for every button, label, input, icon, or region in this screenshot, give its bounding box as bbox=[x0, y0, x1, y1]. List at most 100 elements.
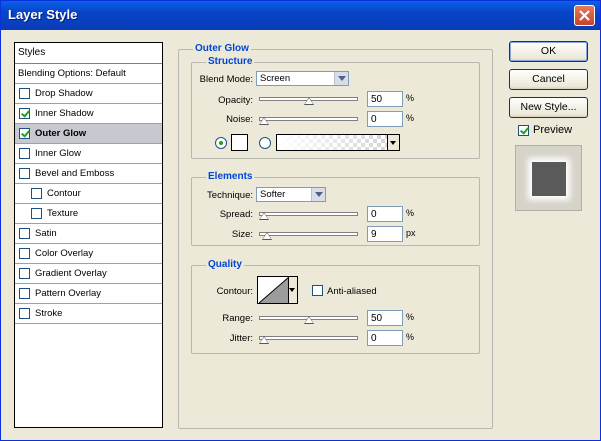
window-title: Layer Style bbox=[8, 7, 78, 22]
style-checkbox[interactable] bbox=[19, 268, 30, 279]
close-icon bbox=[579, 10, 590, 21]
size-slider[interactable] bbox=[259, 229, 358, 241]
style-checkbox[interactable] bbox=[19, 228, 30, 239]
quality-title: Quality bbox=[206, 259, 244, 270]
style-item[interactable]: Outer Glow bbox=[15, 124, 162, 144]
style-item[interactable]: Satin bbox=[15, 224, 162, 244]
size-unit: px bbox=[406, 228, 416, 238]
spread-unit: % bbox=[406, 208, 415, 218]
gradient-radio[interactable] bbox=[259, 137, 271, 149]
technique-label: Technique: bbox=[207, 190, 253, 201]
structure-title: Structure bbox=[206, 56, 255, 67]
style-item-label: Pattern Overlay bbox=[35, 288, 101, 299]
close-button[interactable] bbox=[574, 5, 595, 26]
styles-list: Styles Blending Options: Default Drop Sh… bbox=[14, 42, 163, 428]
spread-slider[interactable] bbox=[259, 209, 358, 221]
preview-checkbox[interactable] bbox=[518, 125, 529, 136]
size-label: Size: bbox=[231, 229, 253, 240]
style-checkbox[interactable] bbox=[31, 188, 42, 199]
noise-slider-thumb[interactable] bbox=[259, 117, 269, 125]
opacity-slider-thumb[interactable] bbox=[304, 97, 314, 105]
style-checkbox[interactable] bbox=[19, 88, 30, 99]
range-input[interactable]: 50 bbox=[367, 310, 403, 326]
style-checkbox[interactable] bbox=[19, 148, 30, 159]
style-item[interactable]: Stroke bbox=[15, 304, 162, 324]
anti-aliased-label: Anti-aliased bbox=[327, 286, 377, 297]
noise-slider[interactable] bbox=[259, 114, 358, 126]
style-item-label: Bevel and Emboss bbox=[35, 168, 115, 179]
cancel-button[interactable]: Cancel bbox=[509, 69, 588, 90]
style-item[interactable]: Gradient Overlay bbox=[15, 264, 162, 284]
jitter-slider-thumb[interactable] bbox=[259, 336, 269, 344]
style-item-label: Drop Shadow bbox=[35, 88, 93, 99]
range-slider-thumb[interactable] bbox=[304, 316, 314, 324]
style-item[interactable]: Pattern Overlay bbox=[15, 284, 162, 304]
noise-input[interactable]: 0 bbox=[367, 111, 403, 127]
outer-glow-title: Outer Glow bbox=[193, 43, 251, 54]
spread-input[interactable]: 0 bbox=[367, 206, 403, 222]
style-item[interactable]: Bevel and Emboss bbox=[15, 164, 162, 184]
size-input[interactable]: 9 bbox=[367, 226, 403, 242]
solid-color-radio[interactable] bbox=[215, 137, 227, 149]
glow-color-swatch[interactable] bbox=[231, 134, 248, 151]
style-item[interactable]: Inner Shadow bbox=[15, 104, 162, 124]
layer-style-dialog: Layer Style Styles Blending Options: Def… bbox=[0, 0, 601, 441]
size-slider-thumb[interactable] bbox=[262, 232, 272, 240]
contour-picker[interactable] bbox=[257, 276, 298, 304]
range-slider[interactable] bbox=[259, 313, 358, 325]
style-item-label: Texture bbox=[47, 208, 79, 219]
blending-options-item[interactable]: Blending Options: Default bbox=[15, 64, 162, 84]
chevron-down-icon bbox=[289, 288, 295, 292]
style-checkbox[interactable] bbox=[19, 168, 30, 179]
size-slider-track bbox=[259, 232, 358, 236]
style-checkbox[interactable] bbox=[19, 128, 30, 139]
title-bar: Layer Style bbox=[1, 1, 600, 30]
style-item[interactable]: Color Overlay bbox=[15, 244, 162, 264]
noise-label: Noise: bbox=[226, 114, 253, 125]
new-style-button[interactable]: New Style... bbox=[509, 97, 588, 118]
style-item[interactable]: Inner Glow bbox=[15, 144, 162, 164]
style-checkbox[interactable] bbox=[19, 108, 30, 119]
style-checkbox[interactable] bbox=[31, 208, 42, 219]
range-label: Range: bbox=[222, 313, 253, 324]
blend-mode-value: Screen bbox=[260, 73, 291, 84]
jitter-label: Jitter: bbox=[229, 333, 253, 344]
style-item-label: Color Overlay bbox=[35, 248, 94, 259]
gradient-picker[interactable] bbox=[276, 134, 400, 151]
style-item-label: Satin bbox=[35, 228, 57, 239]
style-item-label: Inner Glow bbox=[35, 148, 81, 159]
style-item[interactable]: Texture bbox=[15, 204, 162, 224]
style-item-label: Inner Shadow bbox=[35, 108, 94, 119]
chevron-down-icon bbox=[311, 188, 325, 201]
styles-header[interactable]: Styles bbox=[15, 43, 162, 64]
style-checkbox[interactable] bbox=[19, 248, 30, 259]
opacity-label: Opacity: bbox=[218, 95, 253, 106]
style-item[interactable]: Contour bbox=[15, 184, 162, 204]
jitter-slider[interactable] bbox=[259, 333, 358, 345]
contour-curve-icon bbox=[259, 277, 289, 303]
style-checkbox[interactable] bbox=[19, 288, 30, 299]
technique-select[interactable]: Softer bbox=[256, 187, 326, 202]
range-unit: % bbox=[406, 312, 415, 322]
style-checkbox[interactable] bbox=[19, 308, 30, 319]
style-item-label: Contour bbox=[47, 188, 81, 199]
ok-button[interactable]: OK bbox=[509, 41, 588, 62]
blend-mode-label: Blend Mode: bbox=[199, 74, 253, 85]
spread-slider-thumb[interactable] bbox=[259, 212, 269, 220]
opacity-slider[interactable] bbox=[259, 94, 358, 106]
spread-slider-track bbox=[259, 212, 358, 216]
blend-mode-select[interactable]: Screen bbox=[256, 71, 349, 86]
noise-slider-track bbox=[259, 117, 358, 121]
jitter-input[interactable]: 0 bbox=[367, 330, 403, 346]
style-item-label: Outer Glow bbox=[35, 128, 87, 139]
elements-title: Elements bbox=[206, 171, 255, 182]
opacity-unit: % bbox=[406, 93, 415, 103]
chevron-down-icon bbox=[334, 72, 348, 85]
preview-swatch bbox=[532, 162, 566, 196]
style-item[interactable]: Drop Shadow bbox=[15, 84, 162, 104]
opacity-input[interactable]: 50 bbox=[367, 91, 403, 107]
anti-aliased-checkbox[interactable] bbox=[312, 285, 323, 296]
preview-label: Preview bbox=[533, 124, 573, 136]
spread-label: Spread: bbox=[219, 209, 253, 220]
style-item-label: Stroke bbox=[35, 308, 63, 319]
